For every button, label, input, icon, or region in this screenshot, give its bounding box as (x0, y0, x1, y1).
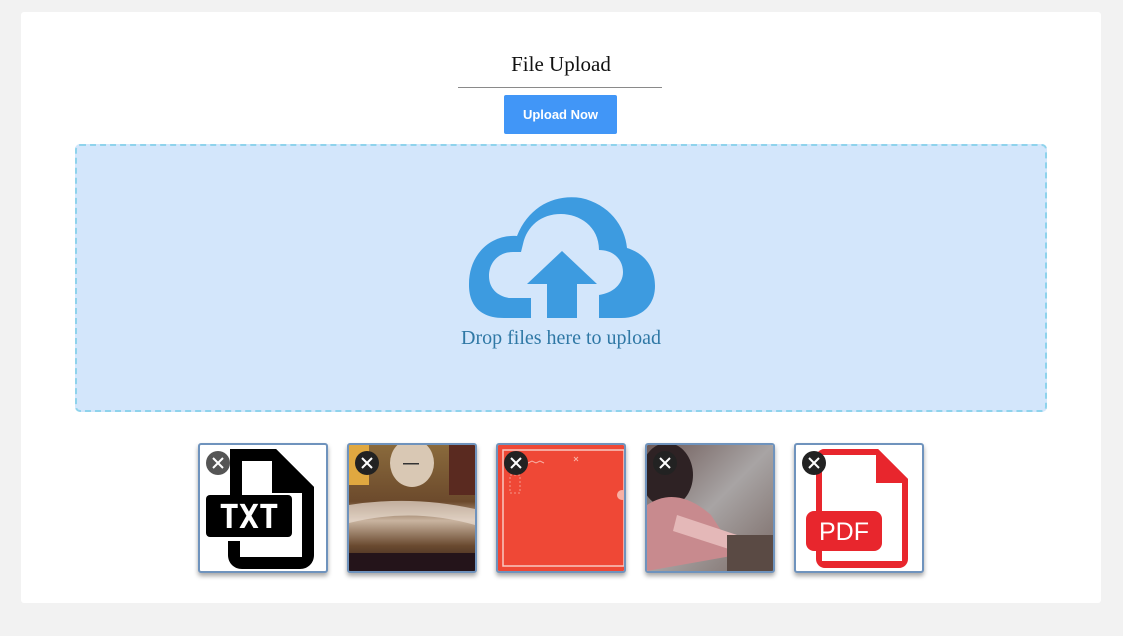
remove-file-button[interactable] (504, 451, 528, 475)
remove-file-button[interactable] (206, 451, 230, 475)
close-icon (510, 457, 522, 469)
file-preview-txt: TXT (198, 443, 328, 573)
txt-label: TXT (219, 497, 279, 536)
file-preview-photo (347, 443, 477, 573)
file-dropzone[interactable]: Drop files here to upload (75, 144, 1047, 412)
file-preview-photo (645, 443, 775, 573)
page-title: File Upload (511, 52, 611, 76)
title-divider (458, 87, 662, 88)
upload-card: File Upload Upload Now Drop files here t… (21, 12, 1101, 603)
dropzone-message: Drop files here to upload (461, 327, 661, 349)
cloud-upload-icon (469, 197, 655, 318)
file-preview-list: TXT PDF (198, 443, 958, 573)
remove-file-button[interactable] (802, 451, 826, 475)
file-preview-pdf: PDF (794, 443, 924, 573)
upload-now-button[interactable]: Upload Now (504, 95, 617, 134)
close-icon (212, 457, 224, 469)
remove-file-button[interactable] (653, 451, 677, 475)
close-icon (659, 457, 671, 469)
file-preview-photo (496, 443, 626, 573)
pdf-label: PDF (819, 518, 869, 546)
close-icon (808, 457, 820, 469)
close-icon (361, 457, 373, 469)
remove-file-button[interactable] (355, 451, 379, 475)
